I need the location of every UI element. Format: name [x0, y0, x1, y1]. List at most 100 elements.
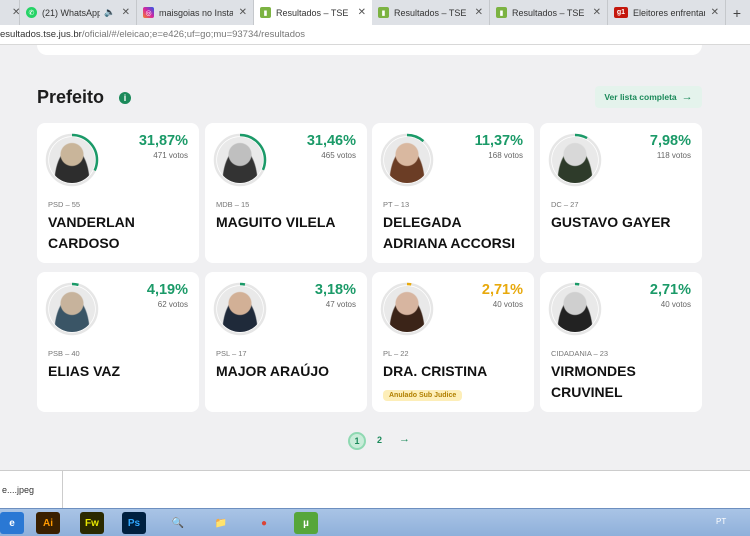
tab-instagram[interactable]: ◎ maisgoias no Instag ✕	[137, 0, 254, 25]
candidate-name: DELEGADA ADRIANA ACCORSI	[383, 214, 515, 251]
photoshop-icon[interactable]: Ps	[122, 512, 146, 534]
speaker-icon[interactable]: 🔈	[104, 7, 115, 18]
arrow-right-icon: →	[681, 91, 693, 103]
party-number: PL – 22	[383, 349, 409, 358]
tab-resultados[interactable]: ▮ Resultados – TSE ✕	[490, 0, 608, 25]
download-filename: e....jpeg	[2, 485, 35, 495]
utorrent-icon[interactable]: µ	[294, 512, 318, 534]
search-document-icon[interactable]: 🔍	[166, 512, 190, 534]
download-item[interactable]: e....jpeg	[0, 471, 63, 509]
candidate-card[interactable]: 11,37% 168 votos PT – 13 DELEGADA ADRIANA A…	[372, 123, 534, 263]
close-icon[interactable]: ✕	[711, 7, 719, 18]
fireworks-icon[interactable]: Fw	[80, 512, 104, 534]
illustrator-icon[interactable]: Ai	[36, 512, 60, 534]
vote-percentage: 2,71%	[649, 282, 691, 298]
tse-icon: ▮	[378, 7, 389, 18]
tab-g1[interactable]: g1 Eleitores enfrentam ✕	[608, 0, 726, 25]
candidate-name: VIRMONDES CRUVINEL	[551, 363, 636, 400]
page-1-button[interactable]: 1	[348, 432, 366, 450]
vote-count: 40 votos	[492, 300, 523, 309]
tab-title: Resultados – TSE	[276, 7, 349, 18]
close-icon[interactable]: ✕	[122, 7, 130, 18]
vote-percentage: 3,18%	[314, 282, 356, 298]
page-content: Prefeito i Ver lista completa → 31,87% 47…	[0, 45, 750, 470]
new-tab-button[interactable]: +	[726, 0, 748, 25]
candidate-name: ELIAS VAZ	[48, 363, 121, 379]
candidate-photo	[49, 286, 95, 332]
close-icon[interactable]: ✕	[12, 7, 19, 18]
page-2-button[interactable]: 2	[377, 435, 382, 445]
candidate-name: VANDERLAN CARDOSO	[48, 214, 135, 251]
address-bar[interactable]: esultados.tse.jus.br/oficial/#/eleicao;e…	[0, 25, 750, 45]
tab-title: (21) WhatsApp	[42, 7, 101, 18]
close-icon[interactable]: ✕	[239, 7, 247, 18]
party-number: CIDADANIA – 23	[551, 349, 609, 358]
candidate-card[interactable]: 2,71% 40 votos CIDADANIA – 23 VIRMONDES CRU…	[540, 272, 702, 412]
candidate-photo	[552, 137, 598, 183]
section-title: Prefeito	[37, 87, 105, 107]
candidate-name: DRA. CRISTINA	[383, 363, 488, 379]
tab-resultados-active[interactable]: ▮ Resultados – TSE ✕	[254, 0, 372, 25]
view-full-list-button[interactable]: Ver lista completa →	[595, 86, 702, 108]
instagram-icon: ◎	[143, 7, 154, 18]
vote-percentage: 11,37%	[474, 133, 523, 149]
vote-count: 47 votos	[325, 300, 356, 309]
pagination: 1 2 →	[0, 431, 750, 451]
close-icon[interactable]: ✕	[358, 7, 366, 18]
vote-count: 40 votos	[660, 300, 691, 309]
candidate-card[interactable]: 7,98% 118 votos DC – 27 GUSTAVO GAYER	[540, 123, 702, 263]
view-full-list-label: Ver lista completa	[604, 92, 677, 102]
vote-percentage: 31,87%	[138, 133, 188, 149]
party-number: DC – 27	[551, 200, 579, 209]
vote-percentage: 2,71%	[481, 282, 523, 298]
language-indicator[interactable]: PT	[716, 517, 726, 526]
close-icon[interactable]: ✕	[475, 7, 483, 18]
candidate-card[interactable]: 4,19% 62 votos PSB – 40 ELIAS VAZ	[37, 272, 199, 412]
candidate-photo	[552, 286, 598, 332]
g1-icon: g1	[614, 7, 628, 18]
party-number: PSB – 40	[48, 349, 80, 358]
tab-title: Resultados – TSE	[512, 7, 585, 18]
tab-resultados[interactable]: ▮ Resultados – TSE ✕	[372, 0, 490, 25]
close-icon[interactable]: ✕	[593, 7, 601, 18]
party-number: PSL – 17	[216, 349, 247, 358]
candidate-card[interactable]: 3,18% 47 votos PSL – 17 MAJOR ARAÚJO	[205, 272, 367, 412]
candidate-card[interactable]: 31,87% 471 votos PSD – 55 VANDERLAN CARDOSO	[37, 123, 199, 263]
candidate-photo	[217, 137, 263, 183]
previous-card	[37, 45, 702, 55]
ie-icon[interactable]: e	[0, 512, 24, 534]
next-page-icon[interactable]: →	[399, 433, 410, 445]
url-path: /oficial/#/eleicao;e=e426;uf=go;mu=93734…	[81, 29, 306, 40]
tab-title: Eleitores enfrentam	[633, 7, 705, 18]
candidate-name: MAGUITO VILELA	[216, 214, 336, 230]
info-icon[interactable]: i	[119, 92, 131, 104]
candidate-photo	[384, 137, 430, 183]
tab-strip: ✕ ✆ (21) WhatsApp 🔈 ✕ ◎ maisgoias no Ins…	[0, 0, 750, 25]
tse-icon: ▮	[260, 7, 271, 18]
tse-icon: ▮	[496, 7, 507, 18]
whatsapp-icon: ✆	[26, 7, 37, 18]
vote-count: 471 votos	[153, 151, 188, 160]
vote-count: 168 votos	[488, 151, 523, 160]
url-host: esultados.tse.jus.br	[0, 29, 82, 40]
folder-icon[interactable]: 📁	[209, 512, 233, 534]
candidate-photo	[49, 137, 95, 183]
vote-percentage: 7,98%	[649, 133, 691, 149]
candidate-name: MAJOR ARAÚJO	[216, 363, 330, 379]
tab-whatsapp[interactable]: ✆ (21) WhatsApp 🔈 ✕	[20, 0, 137, 25]
chrome-icon[interactable]: ●	[252, 512, 276, 534]
tab-title: Resultados – TSE	[394, 7, 467, 18]
candidate-card[interactable]: 31,46% 465 votos MDB – 15 MAGUITO VILELA	[205, 123, 367, 263]
downloads-bar: e....jpeg	[0, 470, 750, 509]
vote-percentage: 31,46%	[306, 133, 356, 149]
candidate-card[interactable]: 2,71% 40 votos PL – 22 DRA. CRISTINA Anulado…	[372, 272, 534, 412]
vote-count: 465 votos	[321, 151, 356, 160]
party-number: MDB – 15	[216, 200, 250, 209]
candidate-photo	[384, 286, 430, 332]
tab-partial[interactable]: ✕	[0, 0, 20, 25]
vote-count: 118 votos	[656, 151, 691, 160]
party-number: PT – 13	[383, 200, 410, 209]
status-badge: Anulado Sub Judice	[383, 390, 463, 401]
vote-count: 62 votos	[157, 300, 188, 309]
candidate-name: GUSTAVO GAYER	[551, 214, 671, 230]
